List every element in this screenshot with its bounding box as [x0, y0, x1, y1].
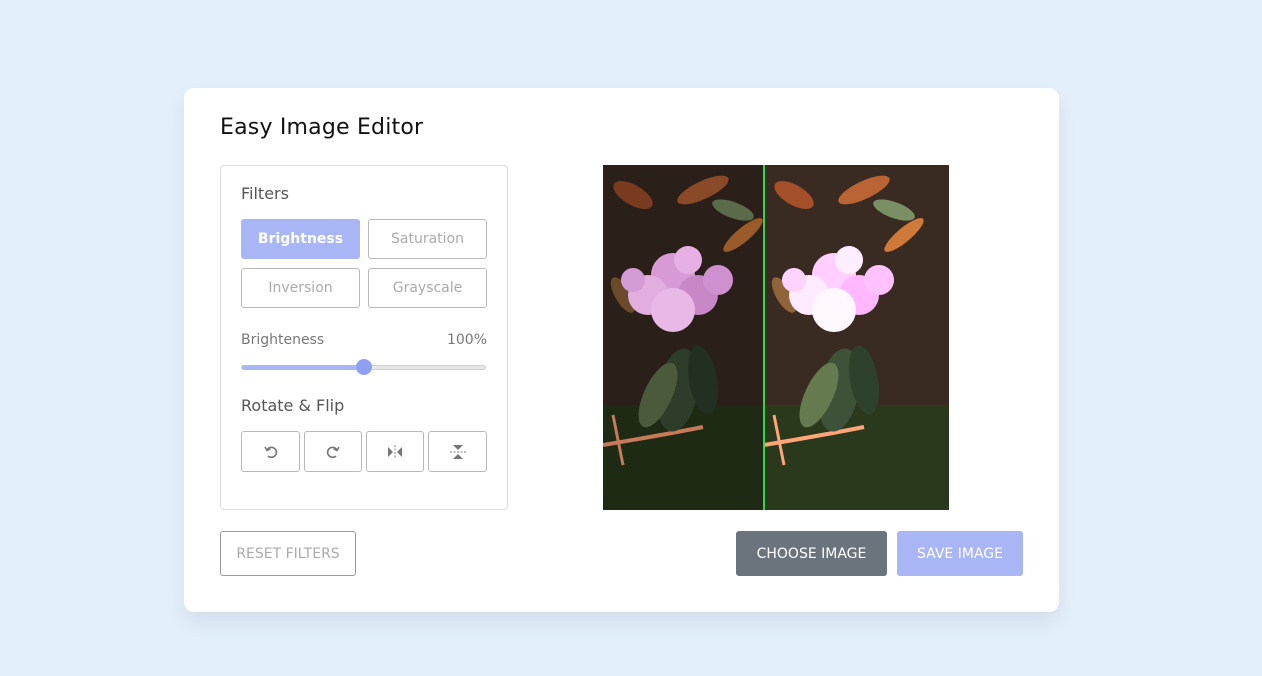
save-image-button[interactable]: SAVE IMAGE	[897, 531, 1023, 576]
original-image	[603, 165, 764, 510]
filter-inversion-button[interactable]: Inversion	[241, 268, 360, 308]
slider-thumb[interactable]	[355, 359, 372, 375]
flip-vertical-icon	[449, 444, 466, 459]
filter-saturation-button[interactable]: Saturation	[368, 219, 487, 259]
slider-label: Brighteness	[241, 332, 325, 348]
slider-value: 100%	[446, 332, 487, 348]
filters-heading: Filters	[241, 184, 289, 203]
flip-horizontal-icon	[388, 444, 402, 459]
flip-vertical-button[interactable]	[428, 431, 487, 472]
filter-brightness-button[interactable]: Brightness	[241, 219, 360, 259]
image-preview	[603, 165, 949, 510]
controls-panel: Filters Brightness Saturation Inversion …	[220, 165, 508, 510]
flip-horizontal-button[interactable]	[366, 431, 424, 472]
edited-image	[764, 165, 949, 510]
brightness-slider[interactable]	[241, 359, 486, 375]
slider-fill	[242, 365, 364, 370]
rotate-right-icon	[326, 446, 340, 458]
rotate-left-button[interactable]	[241, 431, 300, 472]
rotate-left-icon	[263, 446, 277, 458]
rotate-heading: Rotate & Flip	[241, 396, 345, 415]
app-title: Easy Image Editor	[220, 115, 424, 140]
editor-card: Easy Image Editor Filters Brightness Sat…	[184, 88, 1059, 612]
rotate-right-button[interactable]	[304, 431, 362, 472]
comparison-divider[interactable]	[763, 165, 765, 510]
choose-image-button[interactable]: CHOOSE IMAGE	[736, 531, 887, 576]
reset-filters-button[interactable]: RESET FILTERS	[220, 531, 356, 576]
filter-grayscale-button[interactable]: Grayscale	[368, 268, 487, 308]
